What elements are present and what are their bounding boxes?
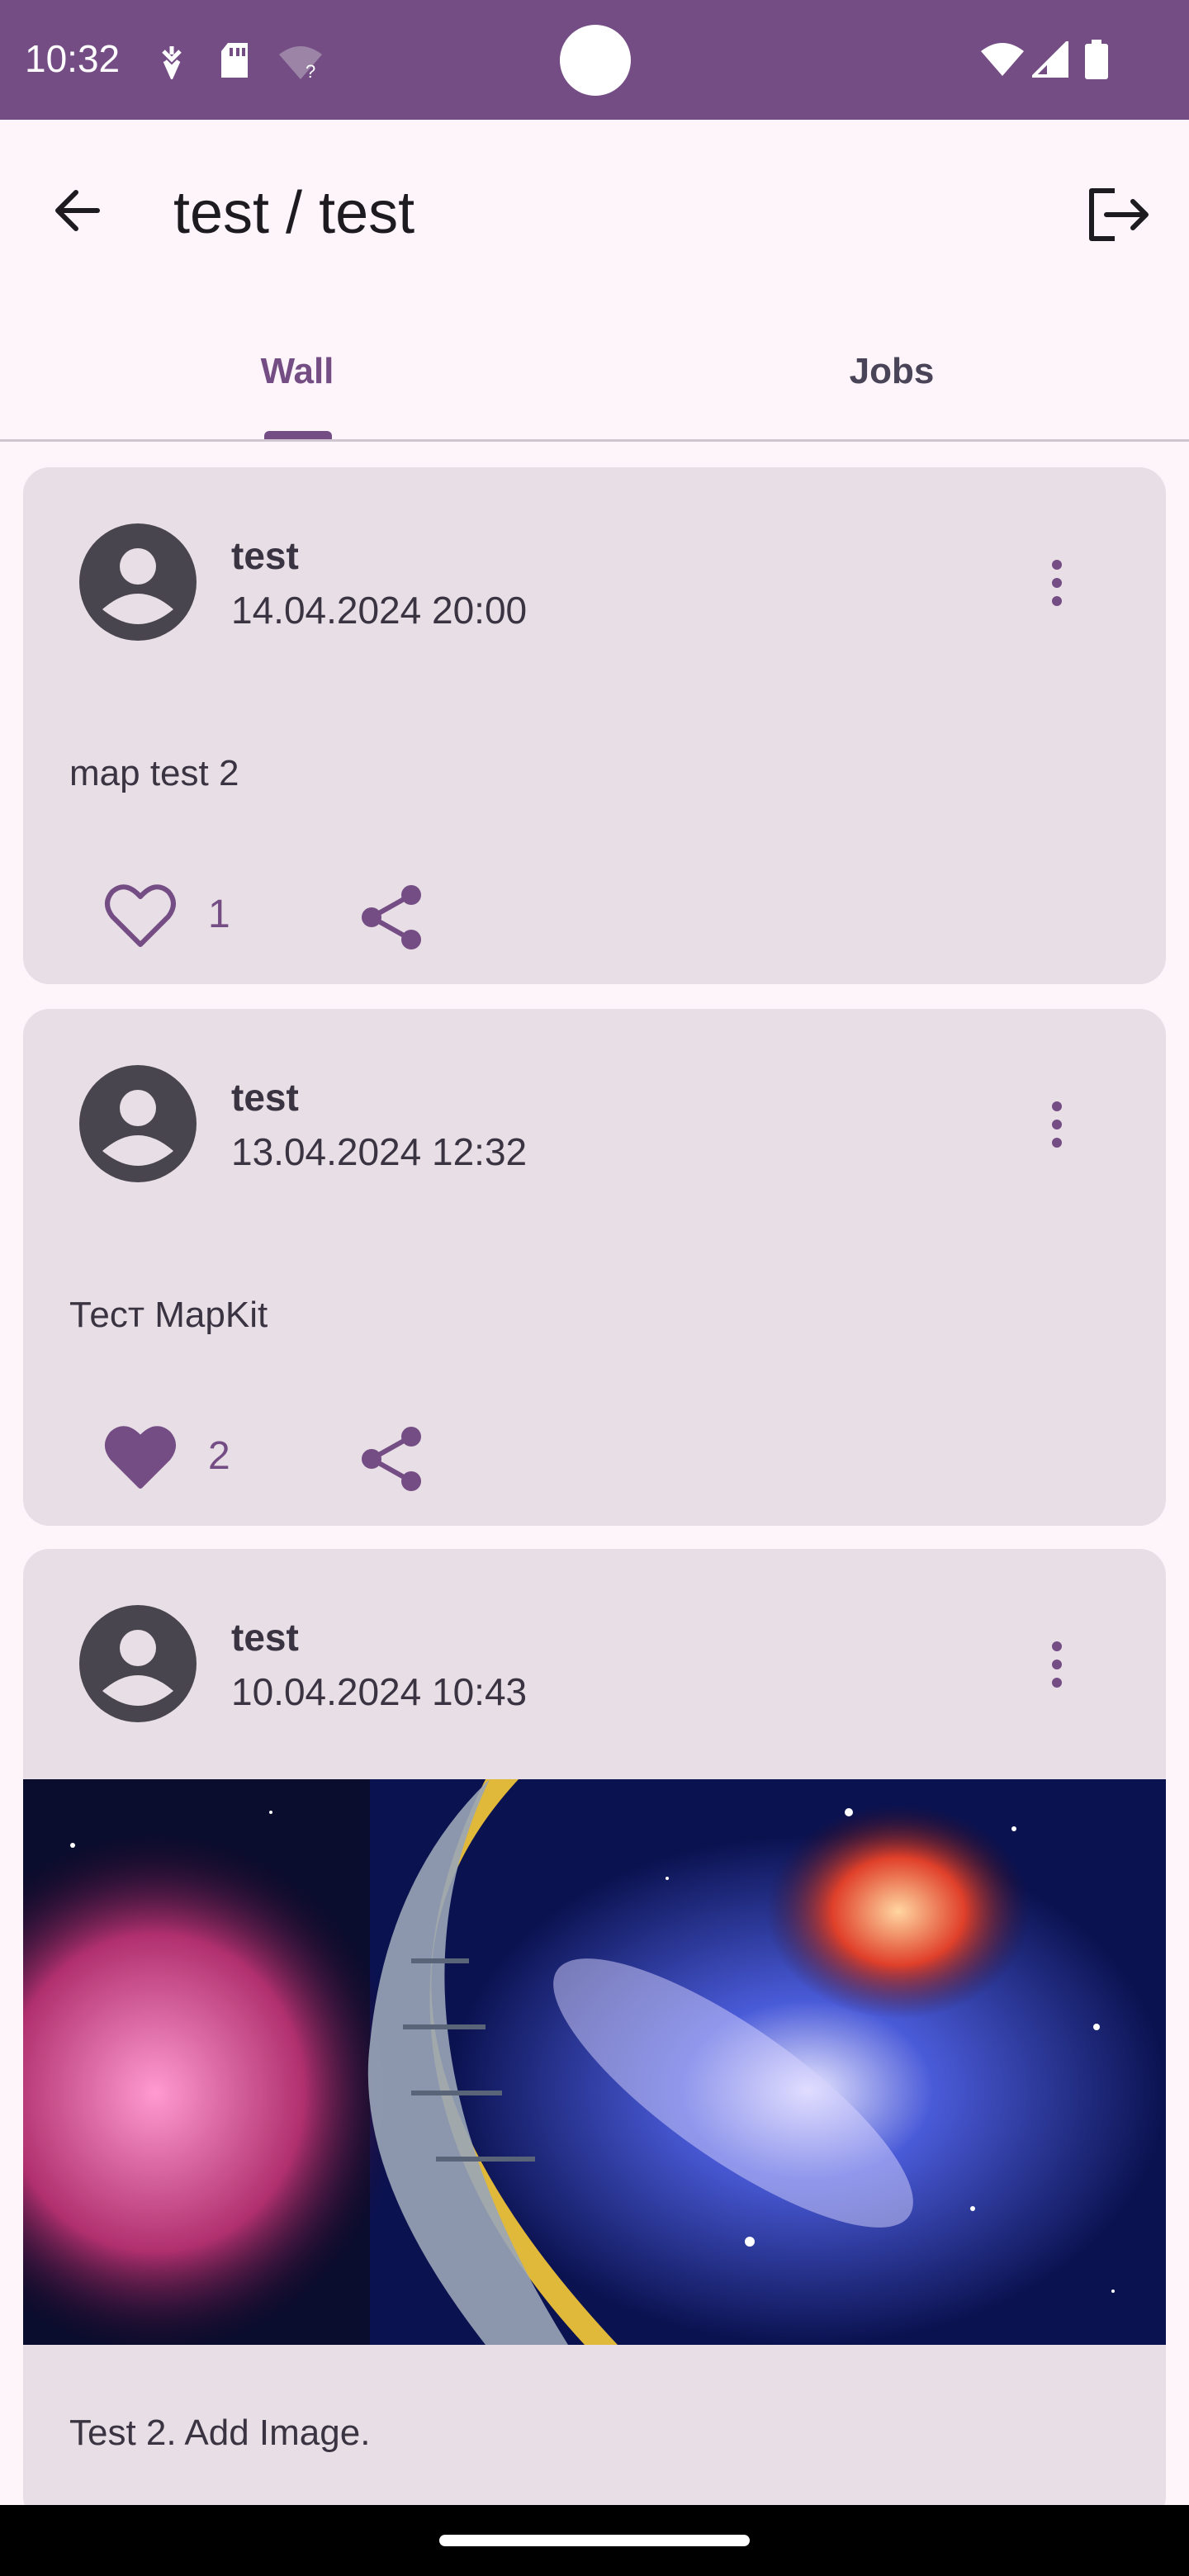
app-bar: test / test (0, 120, 1189, 310)
notification-icon (162, 46, 182, 79)
share-icon[interactable] (355, 880, 429, 954)
post-content: Тест MapKit (69, 1295, 268, 1335)
tab-jobs[interactable]: Jobs (594, 351, 1189, 392)
post-card: test 13.04.2024 12:32 Тест MapKit 2 (23, 1009, 1166, 1526)
back-button[interactable] (46, 178, 112, 244)
post-card: test 14.04.2024 20:00 map test 2 1 (23, 467, 1166, 984)
post-date: 13.04.2024 12:32 (231, 1130, 528, 1173)
avatar-icon (79, 1065, 197, 1182)
svg-text:?: ? (306, 61, 315, 81)
system-navigation-bar (0, 2505, 1189, 2576)
heart-filled-icon[interactable] (102, 1420, 178, 1496)
share-icon[interactable] (355, 1422, 429, 1496)
tab-indicator (264, 431, 332, 439)
status-bar: 10:32 ? (0, 0, 1189, 120)
logout-icon (1089, 188, 1149, 241)
post-image[interactable] (23, 1779, 1166, 2345)
post-content: Test 2. Add Image. (69, 2413, 371, 2453)
avatar-icon (79, 523, 197, 641)
post-author: test (231, 1616, 299, 1659)
post-date: 14.04.2024 20:00 (231, 589, 528, 632)
more-vert-icon[interactable] (1039, 1100, 1075, 1149)
status-time: 10:32 (25, 37, 121, 80)
logout-button[interactable] (1082, 178, 1156, 252)
page-title: test / test (173, 180, 415, 246)
wifi-unknown-icon: ? (279, 46, 322, 81)
avatar-icon (79, 1605, 197, 1722)
tab-wall[interactable]: Wall (0, 351, 594, 392)
post-author: test (231, 534, 299, 577)
tab-bar: Wall Jobs (0, 310, 1189, 442)
cell-signal-icon (1032, 41, 1068, 78)
like-count: 1 (208, 893, 230, 936)
home-indicator[interactable] (439, 2535, 750, 2546)
more-vert-icon[interactable] (1039, 558, 1075, 608)
arrow-back-icon (55, 190, 100, 231)
more-vert-icon[interactable] (1039, 1640, 1075, 1689)
wifi-icon (981, 43, 1024, 76)
camera-cutout (560, 25, 631, 96)
post-date: 10.04.2024 10:43 (231, 1670, 528, 1713)
post-card: test 10.04.2024 10:43 Test 2. Add Image. (23, 1549, 1166, 2523)
battery-icon (1085, 40, 1108, 79)
like-count: 2 (208, 1434, 230, 1478)
post-author: test (231, 1076, 299, 1119)
sd-card-icon (221, 43, 248, 78)
heart-outline-icon[interactable] (102, 878, 178, 954)
post-content: map test 2 (69, 753, 239, 793)
